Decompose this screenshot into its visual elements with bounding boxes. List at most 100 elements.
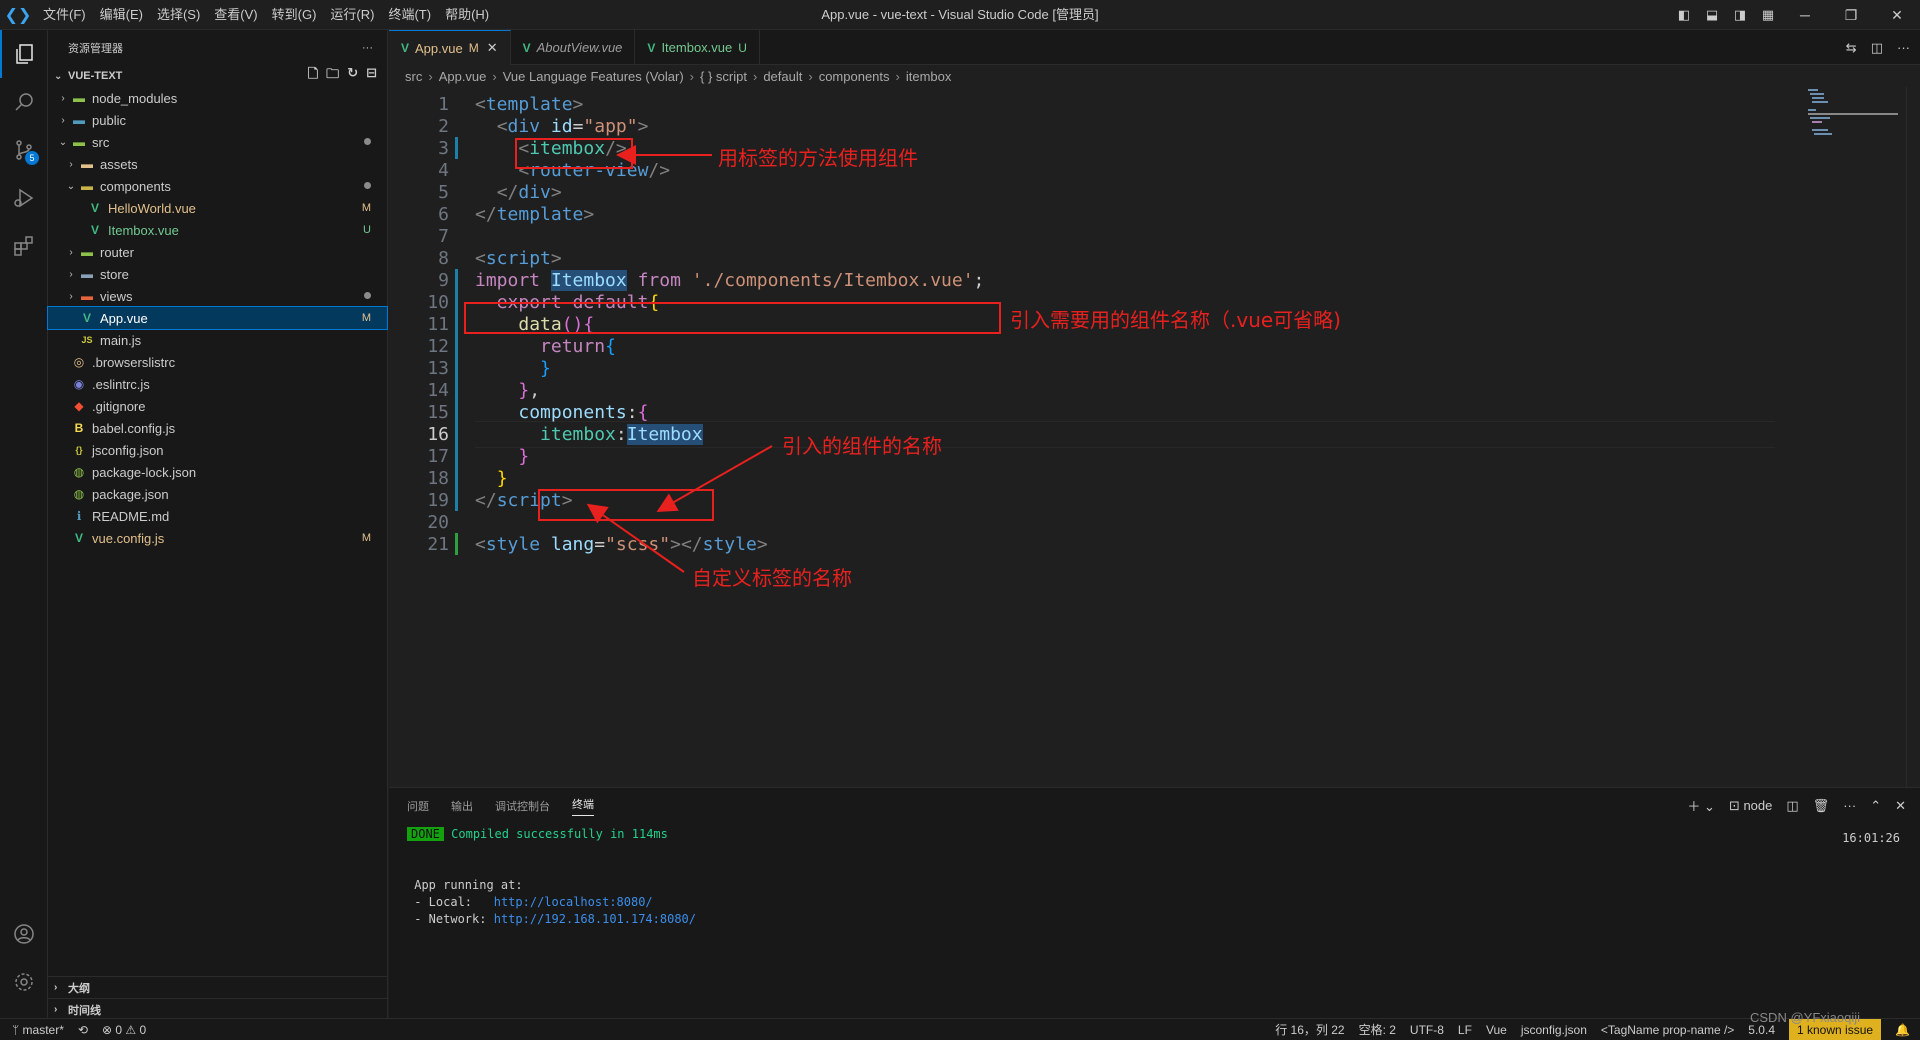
language-mode[interactable]: Vue (1486, 1023, 1507, 1037)
extensions-icon[interactable] (0, 222, 48, 270)
tree-item[interactable]: ◎ .browserslistrc (48, 351, 387, 373)
notifications-icon[interactable]: 🔔 (1895, 1023, 1910, 1037)
tree-item[interactable]: › ▬ public (48, 109, 387, 131)
tree-item[interactable]: › ▬ views (48, 285, 387, 307)
panel-tab[interactable]: 调试控制台 (495, 798, 550, 814)
panel-tab[interactable]: 终端 (572, 796, 594, 816)
settings-gear-icon[interactable] (0, 958, 48, 1006)
local-url-link[interactable]: http://localhost:8080/ (494, 895, 653, 909)
tag-style-indicator[interactable]: <TagName prop-name /> (1601, 1023, 1734, 1037)
breadcrumb-item[interactable]: components (819, 69, 890, 84)
split-editor-icon[interactable]: ◫ (1871, 40, 1883, 56)
editor-tab[interactable]: V AboutView.vue (511, 30, 636, 65)
maximize-panel-icon[interactable]: ⌃ (1870, 798, 1881, 814)
toggle-panel-icon[interactable]: ⬓ (1698, 7, 1726, 23)
sync-icon[interactable]: ⟲ (78, 1023, 88, 1037)
tree-item[interactable]: ◍ package.json (48, 483, 387, 505)
tree-item[interactable]: ◍ package-lock.json (48, 461, 387, 483)
eol[interactable]: LF (1458, 1023, 1472, 1037)
outline-section[interactable]: › 大纲 (48, 976, 388, 998)
branch-indicator[interactable]: ᛘ master* (12, 1023, 64, 1037)
terminal-shell-icon[interactable]: ⊡ node (1729, 798, 1772, 814)
refresh-icon[interactable]: ↻ (347, 65, 358, 87)
editor-tab[interactable]: V Itembox.vue U (635, 30, 760, 65)
code-line[interactable]: 21 <style lang="scss"></style> (389, 531, 1789, 558)
explorer-icon[interactable] (0, 30, 48, 78)
new-terminal-icon[interactable]: ＋ ⌄ (1687, 796, 1715, 815)
problems-indicator[interactable]: ⊗ 0 ⚠ 0 (102, 1023, 146, 1037)
tree-item[interactable]: V App.vue M (47, 306, 388, 330)
cursor-position[interactable]: 行 16，列 22 (1275, 1021, 1344, 1038)
tree-item[interactable]: V Itembox.vue U (48, 219, 387, 241)
breadcrumb-item[interactable]: src (405, 69, 422, 84)
line-number: 13 (427, 358, 449, 379)
close-window-button[interactable]: ✕ (1874, 7, 1920, 24)
jsconfig-indicator[interactable]: jsconfig.json (1521, 1023, 1587, 1037)
more-actions-icon[interactable]: ··· (1897, 40, 1910, 55)
terminal-output[interactable]: DONE Compiled successfully in 114ms App … (389, 827, 1920, 929)
git-status-badge: U (363, 224, 371, 236)
run-debug-icon[interactable] (0, 174, 48, 222)
menu-item[interactable]: 转到(G) (265, 0, 324, 30)
breadcrumb-item[interactable]: itembox (906, 69, 952, 84)
customize-layout-icon[interactable]: ▦ (1754, 7, 1782, 23)
timeline-section[interactable]: › 时间线 (48, 998, 388, 1020)
more-actions-icon[interactable]: ··· (362, 42, 373, 54)
network-url-link[interactable]: http://192.168.101.174:8080/ (494, 912, 696, 926)
tree-item[interactable]: ◆ .gitignore (48, 395, 387, 417)
breadcrumb-item[interactable]: { } script (700, 69, 747, 84)
tree-item[interactable]: JS main.js (48, 329, 387, 351)
breadcrumb-item[interactable]: default (763, 69, 802, 84)
more-actions-icon[interactable]: ··· (1843, 798, 1856, 813)
tree-item-label: router (100, 244, 134, 260)
panel-tab[interactable]: 输出 (451, 798, 473, 814)
tree-item[interactable]: › ▬ store (48, 263, 387, 285)
menu-item[interactable]: 运行(R) (323, 0, 381, 30)
accounts-icon[interactable] (0, 910, 48, 958)
editor-tab[interactable]: V App.vue M ✕ (389, 30, 511, 65)
indentation[interactable]: 空格: 2 (1359, 1021, 1396, 1038)
menu-item[interactable]: 帮助(H) (438, 0, 496, 30)
tree-item[interactable]: › ▬ assets (48, 153, 387, 175)
open-changes-icon[interactable]: ⇆ (1846, 40, 1857, 56)
tree-item[interactable]: Bbabel.config.js (48, 417, 387, 439)
panel-tab[interactable]: 问题 (407, 798, 429, 814)
close-panel-icon[interactable]: ✕ (1895, 798, 1906, 814)
menu-item[interactable]: 选择(S) (150, 0, 207, 30)
minimize-button[interactable]: ─ (1782, 7, 1828, 23)
toggle-sidebar-icon[interactable]: ◧ (1670, 7, 1698, 23)
split-terminal-icon[interactable]: ◫ (1786, 798, 1798, 814)
minimap[interactable] (1806, 87, 1906, 147)
project-section-header[interactable]: ⌄ VUE-TEXT 🗋 🗀 ↻ ⊟ (48, 65, 387, 87)
menu-item[interactable]: 编辑(E) (93, 0, 150, 30)
kill-terminal-icon[interactable]: 🗑 (1813, 798, 1830, 814)
encoding[interactable]: UTF-8 (1410, 1023, 1444, 1037)
tree-item[interactable]: Vvue.config.js M (48, 527, 387, 549)
collapse-all-icon[interactable]: ⊟ (366, 65, 377, 87)
tree-item-label: HelloWorld.vue (108, 200, 196, 216)
tree-item[interactable]: {} jsconfig.json (48, 439, 387, 461)
breadcrumb-item[interactable]: App.vue (439, 69, 487, 84)
breadcrumb-item[interactable]: Vue Language Features (Volar) (503, 69, 684, 84)
editor-scrollbar[interactable] (1906, 87, 1920, 787)
tree-item[interactable]: › ▬ router (48, 241, 387, 263)
chevron-right-icon: › (54, 1004, 58, 1015)
new-file-icon[interactable]: 🗋 (308, 65, 318, 87)
menu-item[interactable]: 终端(T) (381, 0, 438, 30)
toggle-secondary-sidebar-icon[interactable]: ◨ (1726, 7, 1754, 23)
search-icon[interactable] (0, 78, 48, 126)
menu-item[interactable]: 文件(F) (36, 0, 93, 30)
tree-item[interactable]: ◉ .eslintrc.js (48, 373, 387, 395)
tree-item[interactable]: ⌄ ▬ components (48, 175, 387, 197)
code-text: } (540, 358, 551, 379)
tree-item[interactable]: ℹ README.md (48, 505, 387, 527)
code-editor[interactable]: 1 <template> 2 <div id="app"> 3 <itembox/> 4… (389, 87, 1920, 787)
restore-button[interactable]: ❐ (1828, 7, 1874, 24)
menu-item[interactable]: 查看(V) (207, 0, 264, 30)
source-control-icon[interactable]: 5 (0, 126, 48, 174)
tree-item[interactable]: ⌄ ▬ src (48, 131, 387, 153)
tree-item[interactable]: V HelloWorld.vue M (48, 197, 387, 219)
new-folder-icon[interactable]: 🗀 (326, 65, 339, 87)
tree-item[interactable]: › ▬ node_modules (48, 87, 387, 109)
close-tab-icon[interactable]: ✕ (487, 40, 498, 56)
